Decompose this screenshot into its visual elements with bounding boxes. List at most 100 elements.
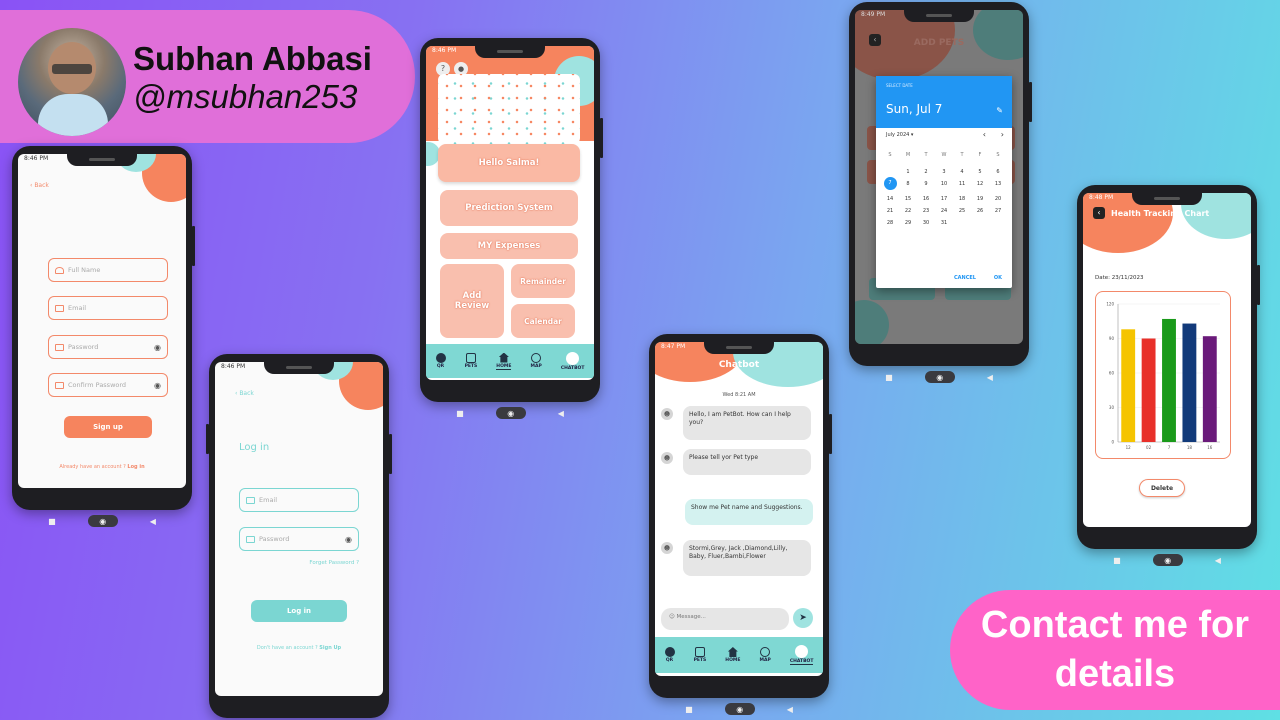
- nav-map[interactable]: MAP: [531, 353, 542, 369]
- nav-map[interactable]: MAP: [760, 647, 771, 663]
- calendar-day[interactable]: 5: [971, 169, 989, 175]
- nav-back-icon[interactable]: ◀: [787, 705, 793, 714]
- profile-name: Subhan Abbasi: [133, 40, 372, 77]
- calendar-day[interactable]: 21: [881, 208, 899, 214]
- email-field[interactable]: Email: [48, 296, 168, 320]
- calendar-day[interactable]: 26: [971, 208, 989, 214]
- message-input[interactable]: ☺ Message...: [661, 608, 789, 630]
- calendar-day[interactable]: 8: [899, 181, 917, 190]
- nav-home-icon[interactable]: ◉: [87, 515, 118, 527]
- nav-home-icon[interactable]: ◉: [924, 371, 955, 383]
- calendar-day[interactable]: 2: [917, 169, 935, 175]
- eye-icon[interactable]: ◉: [154, 343, 161, 352]
- back-link[interactable]: ‹ Back: [30, 182, 49, 189]
- password-field[interactable]: Password ◉: [239, 527, 359, 551]
- calendar-day[interactable]: 14: [881, 196, 899, 202]
- eye-icon[interactable]: ◉: [154, 381, 161, 390]
- signup-button[interactable]: Sign up: [64, 416, 152, 438]
- nav-pets[interactable]: PETS: [694, 647, 706, 663]
- nav-recent-icon[interactable]: ■: [885, 373, 893, 382]
- calendar-day[interactable]: 22: [899, 208, 917, 214]
- calendar-day[interactable]: 23: [917, 208, 935, 214]
- nav-recent-icon[interactable]: ■: [456, 409, 464, 418]
- nav-home-icon[interactable]: ◉: [495, 407, 526, 419]
- prev-month-icon[interactable]: ‹: [983, 130, 986, 139]
- signup-link[interactable]: Sign Up: [319, 645, 341, 651]
- calendar-day[interactable]: 11: [953, 181, 971, 190]
- nav-recent-icon[interactable]: ■: [685, 705, 693, 714]
- calendar-day[interactable]: 6: [989, 169, 1007, 175]
- delete-button[interactable]: Delete: [1139, 479, 1185, 497]
- calendar-day[interactable]: 25: [953, 208, 971, 214]
- calendar-day[interactable]: 15: [899, 196, 917, 202]
- nav-qr[interactable]: QR: [435, 353, 446, 369]
- calendar-day[interactable]: 27: [989, 208, 1007, 214]
- nav-back-icon[interactable]: ◀: [987, 373, 993, 382]
- password-field[interactable]: Password ◉: [48, 335, 168, 359]
- edit-icon[interactable]: ✎: [996, 106, 1003, 115]
- calendar-day[interactable]: 13: [989, 181, 1007, 190]
- x-tick-label: 12: [1126, 445, 1132, 450]
- calendar-day[interactable]: 12: [971, 181, 989, 190]
- login-button[interactable]: Log in: [251, 600, 347, 622]
- next-month-icon[interactable]: ›: [1001, 130, 1004, 139]
- datepicker-phone: 8:49 PM ‹ ADD PETS SELECT DATE Sun, Jul …: [849, 2, 1032, 383]
- calendar-day-selected[interactable]: 7: [883, 177, 897, 190]
- signup-screen: 8:46 PM ‹ Back Full Name Email Password ◉…: [18, 154, 186, 488]
- weekday-label: S: [888, 152, 892, 158]
- calendar-day[interactable]: 9: [917, 181, 935, 190]
- calendar-day[interactable]: 18: [953, 196, 971, 202]
- month-selector[interactable]: July 2024 ▾: [886, 132, 913, 138]
- send-button[interactable]: ➤: [793, 608, 813, 628]
- bot-message: Hello, I am PetBot. How can I help you?: [683, 406, 811, 440]
- add-review-tile[interactable]: Add Review: [440, 264, 504, 338]
- lock-icon: [55, 343, 64, 351]
- calendar-day[interactable]: 17: [935, 196, 953, 202]
- prediction-system-tile[interactable]: Prediction System: [440, 190, 578, 226]
- nav-qr[interactable]: QR: [664, 647, 675, 663]
- back-button[interactable]: ‹: [1093, 207, 1105, 219]
- forgot-password-link[interactable]: Forget Password ?: [309, 560, 359, 566]
- reminder-tile[interactable]: Remainder: [511, 264, 575, 298]
- my-expenses-tile[interactable]: MY Expenses: [440, 233, 578, 259]
- email-field[interactable]: Email: [239, 488, 359, 512]
- ok-button[interactable]: OK: [994, 275, 1002, 281]
- nav-pets[interactable]: PETS: [465, 353, 477, 369]
- nav-chatbot[interactable]: CHATBOT: [561, 351, 584, 371]
- calendar-day[interactable]: 16: [917, 196, 935, 202]
- calendar-day[interactable]: 4: [953, 169, 971, 175]
- date-picker-dialog: SELECT DATE Sun, Jul 7 ✎ July 2024 ▾ ‹ ›…: [876, 76, 1012, 288]
- nav-home[interactable]: HOME: [496, 352, 512, 370]
- calendar-day[interactable]: 20: [989, 196, 1007, 202]
- chatbot-phone: 8:47 PM Chatbot Wed 8:21 AM ☻ Hello, I a…: [649, 334, 832, 715]
- nav-recent-icon[interactable]: ■: [48, 517, 56, 526]
- calendar-day[interactable]: 30: [917, 220, 935, 226]
- calendar-tile[interactable]: Calendar: [511, 304, 575, 338]
- back-link[interactable]: ‹ Back: [235, 390, 254, 397]
- nav-back-icon[interactable]: ◀: [558, 409, 564, 418]
- calendar-day[interactable]: 1: [899, 169, 917, 175]
- cancel-button[interactable]: CANCEL: [954, 275, 976, 281]
- nav-back-icon[interactable]: ◀: [150, 517, 156, 526]
- eye-icon[interactable]: ◉: [345, 535, 352, 544]
- calendar-day[interactable]: 29: [899, 220, 917, 226]
- nav-recent-icon[interactable]: ■: [1113, 556, 1121, 565]
- calendar-day[interactable]: 3: [935, 169, 953, 175]
- health-phone: 8:48 PM ‹ Health Tracking Chart Date: 23…: [1077, 185, 1260, 566]
- calendar-day[interactable]: 10: [935, 181, 953, 190]
- nav-home-icon[interactable]: ◉: [1152, 554, 1183, 566]
- nav-chatbot[interactable]: CHATBOT: [789, 645, 814, 665]
- mail-icon: [55, 304, 64, 312]
- nav-home[interactable]: HOME: [725, 647, 740, 663]
- contact-cta[interactable]: Contact me for details: [950, 590, 1280, 710]
- nav-home-icon[interactable]: ◉: [724, 703, 755, 715]
- home-phone: 8:46 PM ? ● Hello Salma! Prediction Syst…: [420, 38, 603, 419]
- calendar-day[interactable]: 19: [971, 196, 989, 202]
- nav-back-icon[interactable]: ◀: [1215, 556, 1221, 565]
- calendar-day[interactable]: 28: [881, 220, 899, 226]
- calendar-day[interactable]: 24: [935, 208, 953, 214]
- full-name-field[interactable]: Full Name: [48, 258, 168, 282]
- confirm-password-field[interactable]: Confirm Password ◉: [48, 373, 168, 397]
- calendar-day[interactable]: 31: [935, 220, 953, 226]
- login-link[interactable]: Log in: [127, 464, 144, 470]
